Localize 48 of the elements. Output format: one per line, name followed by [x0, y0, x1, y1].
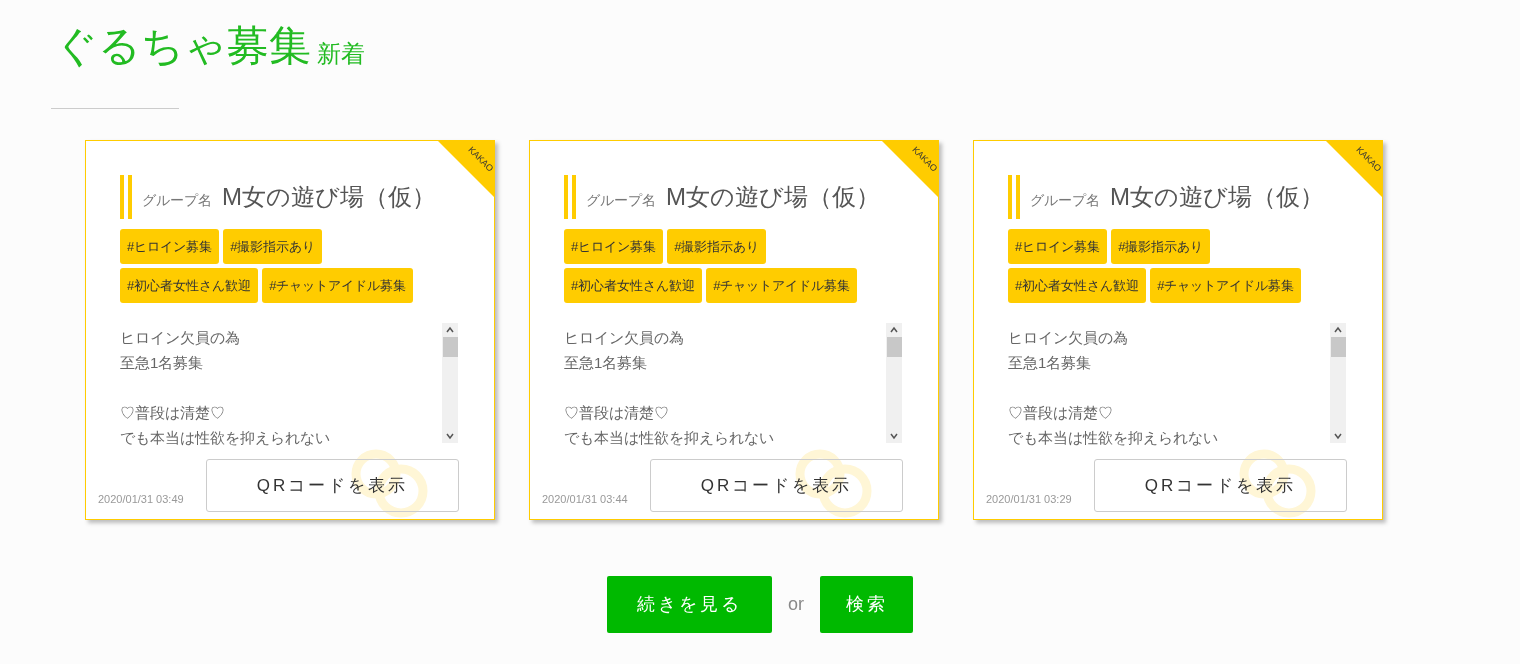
page-title: ぐるちゃ募集	[55, 21, 311, 71]
description-line: 至急1名募集	[120, 353, 205, 373]
tag[interactable]: #チャットアイドル募集	[262, 268, 414, 303]
description-line: 至急1名募集	[1008, 353, 1093, 373]
separator-text: or	[788, 593, 804, 616]
description-line: ♡普段は清楚♡	[564, 403, 670, 423]
group-name: M女の遊び場（仮）	[222, 182, 436, 212]
scroll-thumb[interactable]	[442, 337, 458, 357]
group-label: グループ名	[586, 190, 656, 210]
group-label: グループ名	[142, 190, 212, 210]
tag[interactable]: #初心者女性さん歓迎	[1008, 268, 1147, 303]
page-subtitle: 新着	[317, 39, 365, 69]
tag[interactable]: #ヒロイン募集	[564, 229, 664, 264]
group-label: グループ名	[1030, 190, 1100, 210]
scroll-thumb[interactable]	[1330, 337, 1346, 357]
tag[interactable]: #ヒロイン募集	[1008, 229, 1108, 264]
tag[interactable]: #チャットアイドル募集	[1150, 268, 1302, 303]
scroll-thumb[interactable]	[886, 337, 902, 357]
scrollbar[interactable]	[442, 323, 458, 443]
scrollbar[interactable]	[1330, 323, 1346, 443]
scrollbar[interactable]	[886, 323, 902, 443]
group-name: M女の遊び場（仮）	[666, 182, 880, 212]
qr-code-button[interactable]: QRコードを表示	[206, 459, 459, 512]
tag[interactable]: #初心者女性さん歓迎	[564, 268, 703, 303]
description-line: ヒロイン欠員の為	[1008, 328, 1129, 348]
tag[interactable]: #撮影指示あり	[1111, 229, 1211, 264]
post-date: 2020/01/31 03:49	[98, 492, 184, 507]
qr-code-button[interactable]: QRコードを表示	[1094, 459, 1347, 512]
post-date: 2020/01/31 03:29	[986, 492, 1072, 507]
title-bar-icon	[120, 175, 132, 219]
tag[interactable]: #初心者女性さん歓迎	[120, 268, 259, 303]
title-bar-icon	[564, 175, 576, 219]
tag[interactable]: #撮影指示あり	[667, 229, 767, 264]
description-line: ヒロイン欠員の為	[120, 328, 241, 348]
description-line: でも本当は性欲を抑えられない	[1008, 428, 1219, 448]
description-line: 至急1名募集	[564, 353, 649, 373]
group-name: M女の遊び場（仮）	[1110, 182, 1324, 212]
description-line: ヒロイン欠員の為	[564, 328, 685, 348]
tag[interactable]: #ヒロイン募集	[120, 229, 220, 264]
tag[interactable]: #撮影指示あり	[223, 229, 323, 264]
post-date: 2020/01/31 03:44	[542, 492, 628, 507]
qr-code-button[interactable]: QRコードを表示	[650, 459, 903, 512]
description-line: ♡普段は清楚♡	[1008, 403, 1114, 423]
description-line: でも本当は性欲を抑えられない	[564, 428, 775, 448]
description-line: ♡普段は清楚♡	[120, 403, 226, 423]
title-bar-icon	[1008, 175, 1020, 219]
description-line: でも本当は性欲を抑えられない	[120, 428, 331, 448]
tag[interactable]: #チャットアイドル募集	[706, 268, 858, 303]
